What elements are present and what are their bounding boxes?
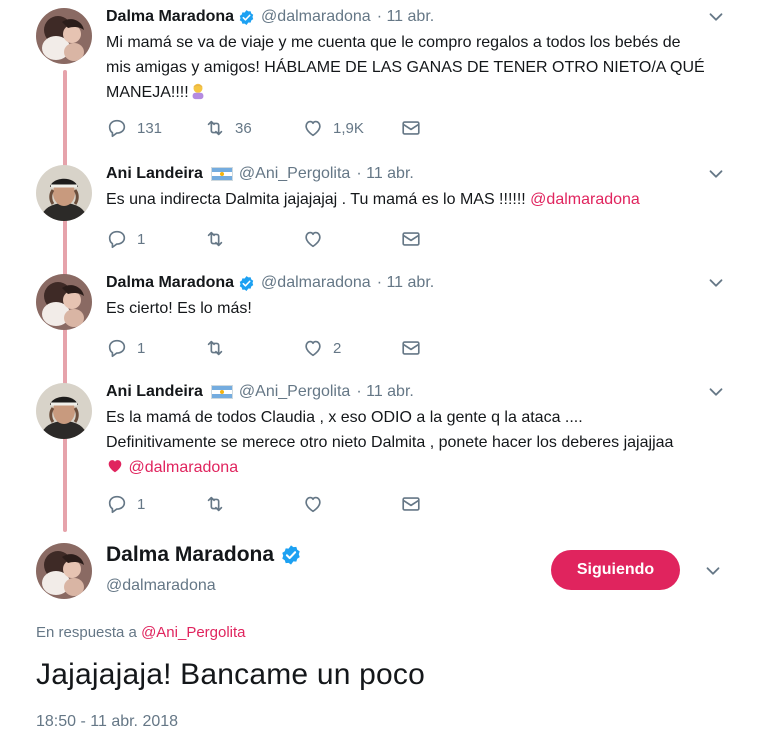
tweet-text-line: mis amigas y amigos! HÁBLAME DE LAS GANA… (106, 59, 705, 76)
emoji-woman-shrugging-icon (192, 83, 204, 100)
main-tweet-text: Jajajajaja! Bancame un poco (36, 658, 425, 691)
tweet-text-segment: MANEJA!!!! (106, 84, 189, 101)
reply-button[interactable]: 1 (106, 337, 204, 359)
mention-link[interactable]: @dalmaradona (128, 459, 238, 476)
like-count: 1,9K (333, 119, 364, 137)
main-author-handle[interactable]: @dalmaradona (106, 577, 216, 595)
reply-prefix: En respuesta a (36, 624, 142, 641)
tweet-text-line: MANEJA!!!! (106, 80, 717, 105)
chevron-down-icon[interactable] (705, 6, 727, 28)
main-tweet-timestamp[interactable]: 18:50 - 11 abr. 2018 (36, 713, 178, 731)
author-name[interactable]: Ani Landeira (106, 165, 203, 183)
author-handle[interactable]: @dalmaradona (261, 274, 371, 292)
argentina-flag-icon (210, 167, 233, 181)
mention-link[interactable]: @dalmaradona (530, 191, 640, 208)
reply-count: 131 (137, 119, 163, 137)
verified-icon (238, 275, 255, 292)
reply-button[interactable]: 131 (106, 117, 204, 139)
retweet-button[interactable]: 36 (204, 117, 302, 139)
author-name[interactable]: Dalma Maradona (106, 8, 234, 26)
tweet-date[interactable]: · 11 abr. (356, 165, 414, 183)
message-icon (400, 337, 422, 359)
chevron-down-icon[interactable] (705, 272, 727, 294)
chevron-down-icon[interactable] (702, 560, 724, 582)
message-button[interactable] (400, 228, 431, 250)
like-icon (302, 117, 324, 139)
main-avatar[interactable] (36, 543, 92, 599)
reply-context: En respuesta a @Ani_Pergolita (36, 624, 246, 641)
retweet-icon (204, 117, 226, 139)
chevron-down-icon[interactable] (705, 163, 727, 185)
retweet-icon (204, 228, 226, 250)
retweet-button[interactable] (204, 228, 302, 250)
retweet-button[interactable] (204, 337, 302, 359)
tweet-date[interactable]: · 11 abr. (377, 8, 435, 26)
tweet-text: Es la mamá de todos Claudia , x eso ODIO… (106, 405, 717, 480)
tweet-actions: 1 (106, 228, 431, 250)
mention-link[interactable]: @Ani_Pergolita (141, 624, 245, 641)
message-button[interactable] (400, 117, 431, 139)
main-author-name-row[interactable]: Dalma Maradona (106, 543, 302, 567)
retweet-icon (204, 337, 226, 359)
like-icon (302, 337, 324, 359)
like-count: 2 (333, 339, 342, 357)
avatar[interactable] (36, 165, 92, 221)
heart-emoji-icon (108, 460, 122, 473)
author-handle[interactable]: @dalmaradona (261, 8, 371, 26)
reply-icon (106, 117, 128, 139)
message-button[interactable] (400, 493, 431, 515)
avatar[interactable] (36, 274, 92, 330)
main-author-name[interactable]: Dalma Maradona (106, 543, 274, 567)
tweet-actions: 1 2 (106, 337, 431, 359)
like-icon (302, 493, 324, 515)
reply-count: 1 (137, 339, 146, 357)
retweet-count: 36 (235, 119, 252, 137)
tweet-date[interactable]: · 11 abr. (356, 383, 414, 401)
author-name[interactable]: Dalma Maradona (106, 274, 234, 292)
tweet-text: Es cierto! Es lo más! (106, 300, 252, 317)
message-icon (400, 493, 422, 515)
following-button[interactable]: Siguiendo (551, 550, 680, 590)
reply-icon (106, 228, 128, 250)
tweet-text: Es una indirecta Dalmita jajajajaj . Tu … (106, 187, 717, 212)
reply-icon (106, 493, 128, 515)
avatar[interactable] (36, 8, 92, 64)
retweet-icon (204, 493, 226, 515)
avatar[interactable] (36, 383, 92, 439)
message-button[interactable] (400, 337, 431, 359)
like-button[interactable]: 1,9K (302, 117, 400, 139)
retweet-button[interactable] (204, 493, 302, 515)
tweet-text-line: @dalmaradona (106, 455, 717, 480)
reply-count: 1 (137, 230, 146, 248)
like-icon (302, 228, 324, 250)
verified-icon (238, 9, 255, 26)
like-button[interactable]: 2 (302, 337, 400, 359)
tweet-text-segment: Es una indirecta Dalmita jajajajaj . Tu … (106, 191, 531, 208)
author-name[interactable]: Ani Landeira (106, 383, 203, 401)
reply-button[interactable]: 1 (106, 228, 204, 250)
argentina-flag-icon (210, 385, 233, 399)
reply-button[interactable]: 1 (106, 493, 204, 515)
chevron-down-icon[interactable] (705, 381, 727, 403)
tweet-actions: 131 36 1,9K (106, 117, 431, 139)
message-icon (400, 228, 422, 250)
reply-icon (106, 337, 128, 359)
tweet-text-line: Es la mamá de todos Claudia , x eso ODIO… (106, 409, 583, 426)
tweet-date[interactable]: · 11 abr. (377, 274, 435, 292)
tweet-text-line: Definitivamente se merece otro nieto Dal… (106, 434, 674, 451)
reply-count: 1 (137, 495, 146, 513)
tweet-text-line: Mi mamá se va de viaje y me cuenta que l… (106, 34, 681, 51)
like-button[interactable] (302, 228, 400, 250)
verified-icon (280, 544, 302, 566)
message-icon (400, 117, 422, 139)
author-handle[interactable]: @Ani_Pergolita (239, 165, 350, 183)
tweet-text: Mi mamá se va de viaje y me cuenta que l… (106, 30, 717, 105)
like-button[interactable] (302, 493, 400, 515)
author-handle[interactable]: @Ani_Pergolita (239, 383, 350, 401)
tweet-actions: 1 (106, 493, 431, 515)
